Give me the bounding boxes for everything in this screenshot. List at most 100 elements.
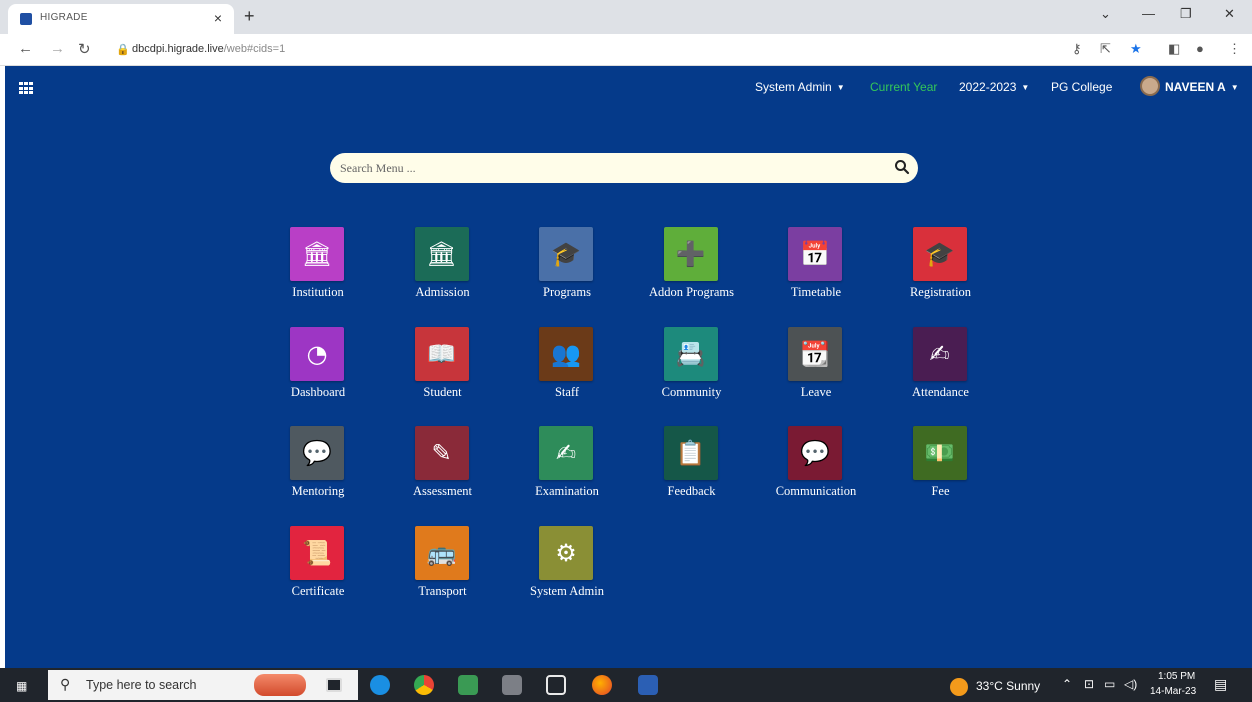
app-home: System Admin ▼ Current Year 2022-2023 ▼ PG… (5, 66, 1252, 668)
app-tile-square: 🎓 (539, 227, 593, 281)
search-icon[interactable] (894, 159, 910, 175)
certificate-icon: 📜 (302, 538, 332, 567)
role-label: System Admin (755, 80, 832, 94)
search-input[interactable] (340, 159, 870, 177)
dashboard-icon: ◔ (306, 339, 328, 368)
college-selector[interactable]: PG College (1051, 80, 1112, 94)
weather-icon (950, 678, 968, 696)
app-tile-square: 🎓 (912, 227, 967, 281)
tab-close-button[interactable]: × (214, 10, 222, 26)
favicon-icon (20, 13, 32, 25)
app-tile[interactable]: ✎ Assessment (378, 426, 508, 516)
app-tile[interactable]: ◔ Dashboard (253, 326, 383, 417)
fee-icon: 💵 (924, 439, 955, 467)
address-bar-row: ← → ↻ 🔒 dbcdpi.higrade.live/web#cids=1 ⚷… (0, 34, 1252, 66)
url-text: dbcdpi.higrade.live/web#cids=1 (132, 43, 285, 55)
assessment-icon: ✎ (431, 439, 452, 467)
app-tile[interactable]: 📅 Timetable (751, 227, 881, 317)
app-tile[interactable]: 👥 Staff (502, 326, 632, 417)
taskbar-search-icon: ⚲ (60, 676, 71, 692)
browser-menu-icon[interactable]: ⋮ (1228, 41, 1241, 57)
taskbar-search-text: Type here to search (86, 678, 197, 692)
institution-icon: 🏛 (301, 240, 333, 268)
app-icon[interactable] (458, 675, 478, 695)
app-tile-square: 📋 (663, 426, 718, 480)
mentoring-icon: 💬 (302, 439, 332, 467)
app-tile[interactable]: ➕ Addon Programs (627, 227, 757, 317)
browser-tab[interactable]: HIGRADE × (8, 4, 234, 34)
app-tile[interactable]: 🎓 Programs (502, 227, 632, 317)
key-icon[interactable]: ⚷ (1072, 41, 1082, 57)
app-tile[interactable]: 💵 Fee (876, 426, 1006, 516)
app-tile-label: System Admin (530, 583, 604, 598)
registration-icon: 🎓 (924, 240, 955, 268)
weather-text[interactable]: 33°C Sunny (976, 679, 1040, 693)
app-tile[interactable]: 📋 Feedback (627, 426, 757, 516)
new-tab-button[interactable]: + (244, 6, 255, 27)
app-tile[interactable]: 💬 Communication (751, 426, 881, 516)
app-tile[interactable]: 🚌 Transport (378, 525, 508, 616)
tab-search-icon[interactable]: ⌄ (1100, 6, 1111, 22)
reload-icon[interactable]: ↻ (78, 40, 91, 58)
admission-icon: 🏛 (426, 240, 457, 268)
student-icon: 📖 (426, 339, 457, 368)
firefox-icon[interactable] (592, 675, 612, 695)
app-tile-label: Fee (931, 484, 950, 498)
side-panel-icon[interactable]: ◧ (1168, 41, 1180, 57)
notification-icon[interactable]: ▤ (1214, 676, 1227, 693)
app-tile[interactable]: 📆 Leave (751, 326, 881, 417)
app-tile-square: 📇 (663, 326, 718, 381)
app-tile[interactable]: 🎓 Registration (876, 227, 1006, 317)
app-tile[interactable]: ✍ Examination (502, 426, 632, 516)
app-tile-square: 💬 (290, 426, 344, 480)
tab-title: HIGRADE (40, 12, 88, 23)
profile-icon[interactable]: ● (1196, 41, 1204, 56)
windows-start-icon[interactable]: ▦ (16, 679, 27, 693)
word-icon[interactable] (638, 675, 658, 695)
app-tile[interactable]: ⚙ System Admin (502, 525, 632, 616)
app-menu-icon[interactable] (19, 82, 33, 94)
clock-date[interactable]: 14-Mar-23 (1150, 686, 1196, 697)
clock-time[interactable]: 1:05 PM (1158, 671, 1195, 682)
restore-icon[interactable]: ❐ (1180, 6, 1192, 22)
app-tile[interactable]: 📇 Community (627, 326, 757, 417)
minimize-icon[interactable]: — (1142, 6, 1155, 21)
user-avatar[interactable] (1140, 76, 1160, 96)
app-tile[interactable]: 🏛 Admission (378, 227, 508, 317)
app-tile[interactable]: 📜 Certificate (253, 525, 383, 616)
chrome-icon[interactable] (414, 675, 434, 695)
lock-icon: 🔒 (116, 44, 130, 56)
bookmark-star-icon[interactable]: ★ (1130, 41, 1142, 57)
network-icon[interactable]: ⊡ (1084, 677, 1094, 691)
volume-icon[interactable]: ◁) (1124, 677, 1137, 691)
year-label: 2022-2023 (959, 80, 1017, 94)
forward-icon[interactable]: → (50, 40, 65, 57)
app-tile[interactable]: 🏛 Institution (253, 227, 383, 317)
tray-chevron-icon[interactable]: ⌃ (1062, 677, 1072, 691)
app-tile[interactable]: 💬 Mentoring (253, 426, 383, 516)
addon-programs-icon: ➕ (675, 240, 706, 268)
communication-icon: 💬 (800, 439, 830, 467)
caret-down-icon: ▼ (836, 83, 845, 92)
url-host: dbcdpi.higrade.live (132, 43, 224, 55)
share-icon[interactable]: ⇱ (1100, 41, 1111, 57)
user-menu[interactable]: NAVEEN A ▼ (1165, 80, 1239, 94)
calculator-icon[interactable] (502, 675, 522, 695)
leave-icon: 📆 (800, 339, 830, 368)
year-dropdown[interactable]: 2022-2023 ▼ (959, 80, 1029, 94)
taskbar-search[interactable]: ⚲ Type here to search (48, 670, 358, 700)
search-bar (330, 153, 918, 183)
display-icon[interactable]: ▭ (1104, 677, 1115, 691)
system-admin-dropdown[interactable]: System Admin ▼ (755, 80, 845, 94)
app-tile[interactable]: 📖 Student (378, 326, 508, 417)
task-view-icon[interactable] (326, 678, 342, 692)
app-tile[interactable]: ✍ Attendance (876, 326, 1006, 417)
close-window-icon[interactable]: ✕ (1224, 6, 1235, 22)
search-highlight-image (254, 674, 306, 696)
back-icon[interactable]: ← (18, 40, 33, 57)
snipping-tool-icon[interactable] (546, 675, 566, 695)
feedback-icon: 📋 (675, 439, 706, 467)
app-tile-square: ◔ (290, 326, 344, 381)
edge-icon[interactable] (370, 675, 390, 695)
url-field[interactable]: 🔒 dbcdpi.higrade.live/web#cids=1 (108, 39, 1068, 61)
